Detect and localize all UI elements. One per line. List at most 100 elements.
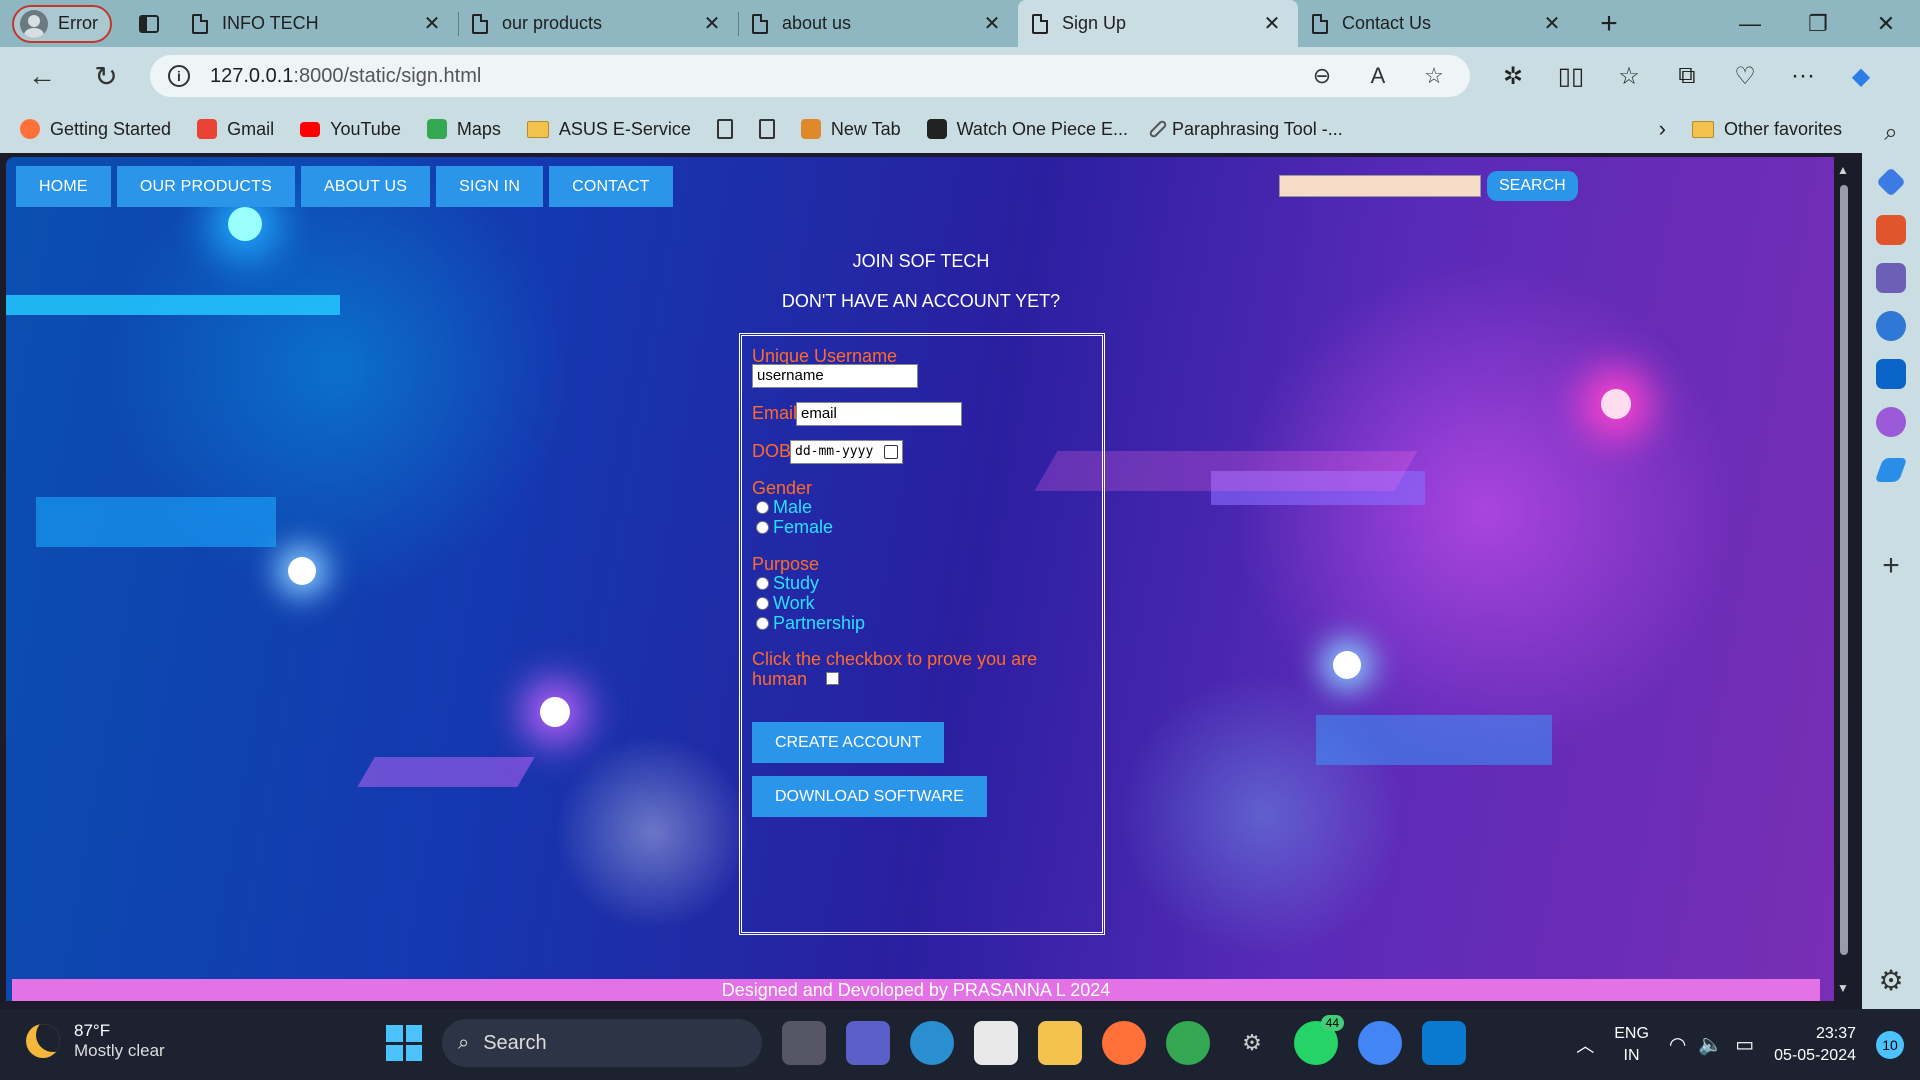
- settings-gear-icon[interactable]: ⚙: [1878, 964, 1903, 997]
- add-icon[interactable]: +: [1882, 549, 1900, 583]
- new-tab-button[interactable]: +: [1584, 7, 1634, 41]
- chevron-right-icon[interactable]: ›: [1659, 116, 1666, 142]
- close-icon[interactable]: ✕: [1540, 11, 1564, 36]
- taskbar-search[interactable]: ⌕ Search: [442, 1019, 762, 1067]
- tab-our-products[interactable]: our products ✕: [458, 0, 738, 47]
- back-button[interactable]: ←: [20, 54, 64, 98]
- bookmark-one-piece[interactable]: Watch One Piece E...: [926, 119, 1128, 140]
- close-icon[interactable]: ✕: [1260, 11, 1284, 36]
- close-icon[interactable]: ✕: [420, 11, 444, 36]
- gender-option-male[interactable]: Male: [756, 497, 812, 518]
- email-field[interactable]: email: [796, 402, 962, 426]
- notification-badge[interactable]: 10: [1876, 1030, 1904, 1059]
- url-text[interactable]: 127.0.0.1:8000/static/sign.html: [210, 65, 1284, 88]
- search-icon[interactable]: ⌕: [1876, 119, 1906, 149]
- radio-button[interactable]: [756, 617, 769, 630]
- tab-contact-us[interactable]: Contact Us ✕: [1298, 0, 1578, 47]
- search-button[interactable]: SEARCH: [1487, 171, 1578, 201]
- shopping-tag-icon[interactable]: [1876, 167, 1906, 197]
- radio-button[interactable]: [756, 597, 769, 610]
- radio-button[interactable]: [756, 521, 769, 534]
- browser-essentials-icon[interactable]: ♡: [1716, 62, 1774, 91]
- scroll-down-icon[interactable]: ▼: [1837, 981, 1849, 995]
- purpose-option-study[interactable]: Study: [756, 573, 819, 594]
- whatsapp-icon[interactable]: 44: [1294, 1015, 1344, 1065]
- send-icon[interactable]: [1874, 458, 1908, 482]
- site-info-icon[interactable]: i: [168, 65, 190, 87]
- close-icon[interactable]: ✕: [700, 11, 724, 36]
- bookmark-asus-eservice[interactable]: ASUS E-Service: [526, 119, 691, 140]
- split-screen-icon[interactable]: ▯▯: [1542, 62, 1600, 91]
- nav-home[interactable]: HOME: [16, 166, 111, 207]
- calendar-icon[interactable]: [884, 445, 898, 459]
- bookmark-maps[interactable]: Maps: [426, 119, 501, 140]
- tab-sign-up[interactable]: Sign Up ✕: [1018, 0, 1298, 47]
- games-icon[interactable]: [1876, 263, 1906, 293]
- file-explorer-icon[interactable]: [1038, 1021, 1082, 1065]
- outlook-icon[interactable]: [1876, 359, 1906, 389]
- purpose-option-work[interactable]: Work: [756, 593, 815, 614]
- download-software-button[interactable]: DOWNLOAD SOFTWARE: [752, 776, 987, 817]
- more-menu-icon[interactable]: ···: [1774, 62, 1832, 90]
- firefox-icon[interactable]: [1102, 1021, 1146, 1065]
- weather-widget[interactable]: 87°F Mostly clear: [26, 1021, 165, 1061]
- nav-sign-in[interactable]: SIGN IN: [436, 166, 544, 207]
- tab-info-tech[interactable]: INFO TECH ✕: [178, 0, 458, 47]
- page-scrollbar[interactable]: ▲ ▼: [1834, 157, 1854, 1001]
- vscode-icon[interactable]: [1422, 1021, 1466, 1065]
- tab-about-us[interactable]: about us ✕: [738, 0, 1018, 47]
- radio-button[interactable]: [756, 577, 769, 590]
- quick-settings[interactable]: ◠ 🔈 ▭: [1669, 1032, 1754, 1057]
- bookmark-new-tab[interactable]: New Tab: [800, 119, 901, 140]
- chrome-icon[interactable]: [1166, 1021, 1210, 1065]
- bookmark-page-2[interactable]: [758, 119, 775, 139]
- human-checkbox[interactable]: [826, 672, 839, 685]
- teams-icon[interactable]: [846, 1021, 890, 1065]
- chevron-up-icon[interactable]: ︿: [1576, 1032, 1594, 1058]
- clock[interactable]: 23:37 05-05-2024: [1774, 1023, 1856, 1067]
- copilot-icon[interactable]: ◆: [1832, 62, 1890, 91]
- favorites-icon[interactable]: ☆: [1600, 62, 1658, 91]
- dob-field[interactable]: dd-mm-yyyy: [790, 440, 903, 464]
- toolbox-icon[interactable]: [1876, 215, 1906, 245]
- zoom-out-icon[interactable]: ⊖: [1304, 63, 1340, 89]
- refresh-button[interactable]: ↻: [84, 54, 128, 98]
- edge-icon[interactable]: [910, 1021, 954, 1065]
- other-favorites[interactable]: Other favorites: [1691, 119, 1842, 140]
- create-account-button[interactable]: CREATE ACCOUNT: [752, 722, 945, 763]
- restore-button[interactable]: ❐: [1784, 11, 1852, 37]
- settings-icon[interactable]: ⚙: [1230, 1021, 1274, 1065]
- language-indicator[interactable]: ENG IN: [1614, 1023, 1649, 1067]
- tab-actions-button[interactable]: [130, 5, 168, 43]
- bookmark-paraphrasing-tool[interactable]: Paraphrasing Tool -...: [1148, 119, 1343, 140]
- bookmark-page-1[interactable]: [716, 119, 733, 139]
- minimize-button[interactable]: —: [1716, 11, 1784, 37]
- bookmark-gmail[interactable]: Gmail: [197, 119, 274, 140]
- scrollbar-thumb[interactable]: [1840, 185, 1848, 955]
- collections-icon[interactable]: ⧉: [1658, 62, 1716, 90]
- extensions-icon[interactable]: ✲: [1484, 62, 1542, 91]
- scroll-up-icon[interactable]: ▲: [1837, 163, 1849, 177]
- nav-about-us[interactable]: ABOUT US: [301, 166, 431, 207]
- radio-button[interactable]: [756, 501, 769, 514]
- bookmark-getting-started[interactable]: Getting Started: [20, 119, 171, 140]
- microsoft365-icon[interactable]: [1876, 311, 1906, 341]
- start-button[interactable]: [386, 1025, 422, 1061]
- designer-icon[interactable]: [1876, 407, 1906, 437]
- task-view-icon[interactable]: [782, 1021, 826, 1065]
- close-window-button[interactable]: ✕: [1852, 11, 1920, 37]
- favorite-star-icon[interactable]: ☆: [1416, 63, 1452, 89]
- nav-contact[interactable]: CONTACT: [549, 166, 673, 207]
- profile-button[interactable]: Error: [12, 4, 112, 43]
- search-input[interactable]: [1279, 175, 1481, 197]
- gender-option-female[interactable]: Female: [756, 517, 833, 538]
- nav-our-products[interactable]: OUR PRODUCTS: [116, 166, 295, 207]
- address-bar[interactable]: i 127.0.0.1:8000/static/sign.html ⊖ A ☆: [150, 55, 1470, 97]
- read-aloud-icon[interactable]: A: [1360, 63, 1396, 89]
- close-icon[interactable]: ✕: [980, 11, 1004, 36]
- purpose-option-partnership[interactable]: Partnership: [756, 613, 865, 634]
- chrome-profile-icon[interactable]: [1358, 1021, 1402, 1065]
- store-icon[interactable]: [974, 1021, 1018, 1065]
- bookmark-youtube[interactable]: YouTube: [300, 119, 401, 140]
- username-field[interactable]: username: [752, 364, 918, 388]
